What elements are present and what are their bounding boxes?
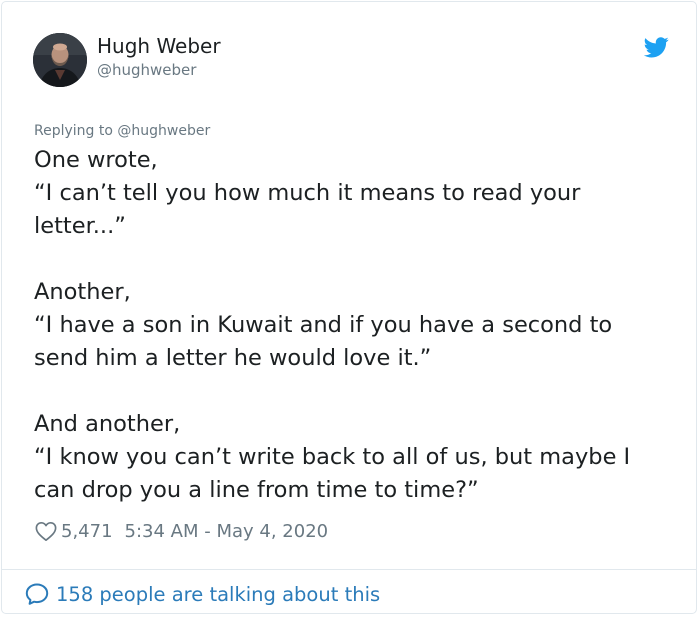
tweet-text: One wrote, “I can’t tell you how much it… [34,144,684,507]
speech-bubble-icon [25,583,49,605]
author-handle[interactable]: @hughweber [97,60,196,80]
tweet-line: “I can’t tell you how much it means to r… [34,180,581,206]
tweet-paragraph: And another, “I know you can’t write bac… [34,408,684,507]
avatar[interactable] [33,33,87,87]
like-count: 5,471 [61,520,113,542]
tweet-line: letter...” [34,213,126,239]
heart-outline-icon [35,521,57,541]
tweet-line: can drop you a line from time to time?” [34,477,479,503]
twitter-bird-icon[interactable] [644,37,669,58]
tweet-line: send him a letter he would love it.” [34,345,432,371]
conversation-link[interactable]: 158 people are talking about this [25,580,380,608]
author-name[interactable]: Hugh Weber [97,34,221,58]
tweet-paragraph: One wrote, “I can’t tell you how much it… [34,144,684,243]
tweet-meta: 5,471 5:34 AM - May 4, 2020 [35,518,328,544]
tweet-line: Another, [34,279,131,305]
tweet-timestamp[interactable]: 5:34 AM - May 4, 2020 [125,521,329,542]
tweet-line: And another, [34,411,181,437]
tweet-line: “I know you can’t write back to all of u… [34,444,631,470]
tweet-paragraph: Another, “I have a son in Kuwait and if … [34,276,684,375]
tweet-line: One wrote, [34,147,158,173]
conversation-label: 158 people are talking about this [56,582,381,606]
avatar-image [33,33,87,87]
like-button[interactable]: 5,471 [35,521,113,542]
tweet-card: Hugh Weber @hughweber Replying to @hughw… [1,1,697,614]
divider [2,569,696,570]
replying-to-label[interactable]: Replying to @hughweber [34,122,210,140]
tweet-line: “I have a son in Kuwait and if you have … [34,312,613,338]
